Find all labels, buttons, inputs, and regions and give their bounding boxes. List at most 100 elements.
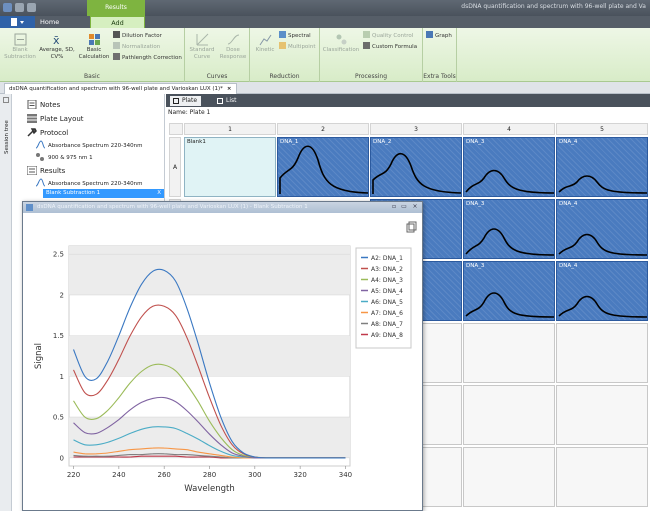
classification-button[interactable]: Classification: [322, 33, 360, 54]
context-tab-results: Results: [87, 0, 145, 16]
well-a1[interactable]: Blank1: [184, 137, 276, 197]
kinetic-button[interactable]: Kinetic: [252, 33, 278, 54]
legend-label: A5: DNA_4: [371, 288, 403, 295]
well-c4[interactable]: DNA_3: [463, 261, 555, 321]
well-empty[interactable]: [556, 323, 648, 383]
tree-item-results[interactable]: Results: [27, 166, 65, 176]
y-tick-label: 1.5: [53, 332, 64, 340]
column-header[interactable]: 5: [556, 123, 648, 135]
well-b5[interactable]: DNA_4: [556, 199, 648, 259]
well-a3[interactable]: DNA_2: [370, 137, 462, 197]
well-spectrum-thumbnail: [558, 295, 648, 318]
chart-window-titlebar[interactable]: dsDNA quantification and spectrum with 9…: [23, 202, 422, 213]
notes-icon: [27, 100, 37, 109]
y-tick-label: 2.5: [53, 251, 64, 259]
tab-list[interactable]: List: [214, 96, 241, 106]
blank-subtraction-button[interactable]: Blank Subtraction: [2, 33, 38, 60]
well-a5[interactable]: DNA_4: [556, 137, 648, 197]
plate-view-toolbar: Plate List: [166, 94, 650, 107]
maximize-icon[interactable]: ▭: [400, 204, 408, 211]
pin-icon[interactable]: [3, 97, 9, 103]
ribbon-tab-strip: Home Add Calculations: [0, 16, 650, 39]
title-bar: Results dsDNA quantification and spectru…: [0, 0, 650, 16]
tab-home[interactable]: Home: [35, 16, 64, 28]
well-a2[interactable]: DNA_1: [277, 137, 369, 197]
classification-icon: [336, 34, 346, 45]
well-empty[interactable]: [556, 385, 648, 445]
well-empty[interactable]: [463, 447, 555, 507]
well-empty[interactable]: [463, 385, 555, 445]
custom-formula-button[interactable]: Custom Formula: [363, 42, 417, 51]
plot-band: [69, 417, 350, 458]
spectral-button[interactable]: Spectral: [279, 31, 311, 40]
tree-item-protocol-step[interactable]: Absorbance Spectrum 220-340nm: [35, 140, 142, 151]
well-empty[interactable]: [556, 447, 648, 507]
ribbon: Blank Subtraction x̄ Average, SD, CV% Ba…: [0, 28, 650, 82]
dose-response-button[interactable]: Dose Response: [218, 33, 248, 60]
well-a4[interactable]: DNA_3: [463, 137, 555, 197]
legend-label: A8: DNA_7: [371, 321, 403, 328]
pathlength-correction-button[interactable]: Pathlength Correction: [113, 53, 182, 62]
session-tree-tab[interactable]: Session tree: [0, 94, 12, 511]
normalization-button[interactable]: Normalization: [113, 42, 160, 51]
spectrum-chart: 0 0.5 1 1.5 2 2.5 220 240 260 280 300 320 340 Wavelen…: [34, 221, 417, 494]
multipoint-button[interactable]: Multipoint: [279, 42, 315, 51]
plot-band: [69, 254, 350, 295]
y-tick-label: 0.5: [53, 414, 64, 422]
formula-icon: [363, 42, 370, 49]
tree-item-plate-layout[interactable]: Plate Layout: [27, 114, 84, 124]
x-tick-label: 280: [203, 471, 216, 479]
x-tick-label: 240: [112, 471, 125, 479]
spectral-icon: [279, 31, 286, 38]
document-tab[interactable]: dsDNA quantification and spectrum with 9…: [4, 83, 237, 94]
ribbon-group-curves: Standard Curve Dose Response Curves: [185, 28, 250, 82]
results-icon: [27, 166, 37, 175]
well-empty[interactable]: [463, 323, 555, 383]
multipoint-icon: [279, 42, 286, 49]
close-tab-icon[interactable]: ×: [227, 86, 232, 92]
sigma-icon: x̄: [53, 34, 60, 46]
tree-item-protocol-step-2[interactable]: 900 & 975 nm 1: [35, 152, 93, 163]
close-window-icon[interactable]: ×: [411, 204, 419, 211]
graph-icon: [426, 31, 433, 38]
well-b4[interactable]: DNA_3: [463, 199, 555, 259]
graph-button[interactable]: Graph: [426, 31, 452, 40]
chart-window[interactable]: dsDNA quantification and spectrum with 9…: [22, 201, 423, 511]
chart-window-icon: [26, 204, 33, 211]
quality-control-button[interactable]: Quality Control: [363, 31, 413, 40]
well-spectrum-thumbnail: [465, 292, 555, 318]
remove-calculation-icon[interactable]: X: [157, 189, 161, 198]
pathlength-icon: [113, 53, 120, 60]
legend-label: A3: DNA_2: [371, 266, 403, 273]
column-header[interactable]: 2: [277, 123, 369, 135]
redo-icon[interactable]: [27, 3, 36, 12]
column-header[interactable]: 1: [184, 123, 276, 135]
basic-calculation-button[interactable]: Basic Calculation: [77, 33, 111, 60]
file-menu-button[interactable]: [0, 16, 35, 28]
tab-add-calculations[interactable]: Add Calculations: [90, 16, 145, 39]
list-icon: [217, 98, 223, 104]
spectrum-icon: [35, 178, 45, 187]
dose-response-icon: [227, 34, 239, 45]
column-header[interactable]: 3: [370, 123, 462, 135]
ribbon-group-extra-tools: Graph Extra Tools: [423, 28, 457, 82]
well-spectrum-thumbnail: [372, 152, 462, 194]
legend-label: A2: DNA_1: [371, 255, 403, 262]
column-header[interactable]: 4: [463, 123, 555, 135]
tree-item-results-step[interactable]: Absorbance Spectrum 220-340nm: [35, 178, 142, 189]
row-header[interactable]: A: [169, 137, 181, 197]
undo-icon[interactable]: [15, 3, 24, 12]
tree-item-blank-subtraction[interactable]: Blank Subtraction 1 X: [43, 189, 164, 198]
tree-item-notes[interactable]: Notes: [27, 100, 60, 110]
x-tick-label: 220: [67, 471, 80, 479]
standard-curve-button[interactable]: Standard Curve: [187, 33, 217, 60]
legend-label: A4: DNA_3: [371, 277, 403, 284]
restore-icon[interactable]: ▫: [390, 204, 398, 211]
average-sd-cv-button[interactable]: x̄ Average, SD, CV%: [38, 33, 76, 60]
well-spectrum-thumbnail: [558, 233, 648, 256]
well-c5[interactable]: DNA_4: [556, 261, 648, 321]
tab-plate[interactable]: Plate: [170, 96, 202, 106]
dilution-factor-button[interactable]: Dilution Factor: [113, 31, 162, 40]
tree-item-protocol[interactable]: Protocol: [27, 128, 68, 138]
wavelength-icon: [36, 153, 44, 161]
